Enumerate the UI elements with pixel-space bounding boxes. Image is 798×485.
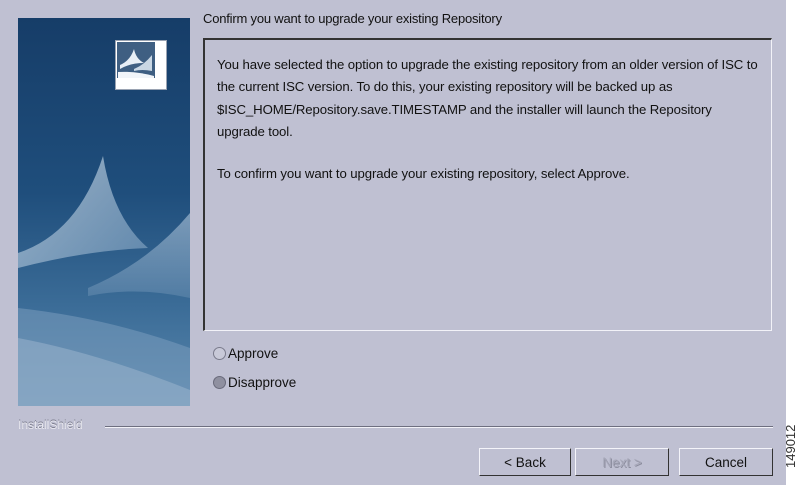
next-button[interactable]: Next > [575, 448, 669, 476]
installer-logo [115, 40, 167, 90]
back-button[interactable]: < Back [479, 448, 571, 476]
instruction-text: To confirm you want to upgrade your exis… [217, 166, 630, 182]
approve-label: Approve [228, 346, 279, 361]
side-panel-graphic [18, 18, 190, 406]
approve-option[interactable]: Approve [213, 346, 278, 361]
footer-divider [105, 426, 773, 428]
approve-radio[interactable] [213, 347, 226, 360]
figure-id: 149012 [783, 424, 798, 468]
disapprove-option[interactable]: Disapprove [213, 375, 296, 390]
disapprove-radio[interactable] [213, 376, 226, 389]
dialog-title: Confirm you want to upgrade your existin… [203, 11, 502, 26]
message-panel: You have selected the option to upgrade … [203, 38, 772, 331]
disapprove-label: Disapprove [228, 375, 297, 390]
cancel-button[interactable]: Cancel [679, 448, 773, 476]
description-text: You have selected the option to upgrade … [217, 57, 758, 139]
installshield-brand: InstallShield [18, 418, 83, 432]
tent-logo-icon [117, 42, 155, 78]
installer-dialog: Confirm you want to upgrade your existin… [0, 0, 786, 485]
